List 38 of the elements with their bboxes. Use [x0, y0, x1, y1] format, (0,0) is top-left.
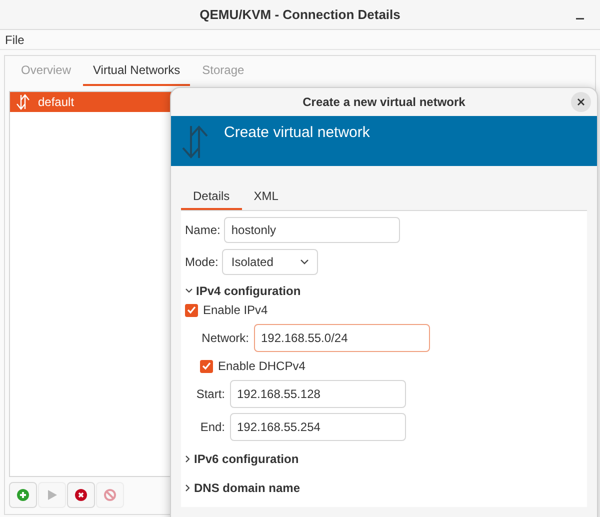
checkbox[interactable] [185, 304, 198, 316]
section-expander[interactable]: IPv4 configuration [185, 282, 583, 300]
checkbox-label: Enable DHCPv4 [218, 358, 306, 375]
menu-item[interactable]: File [5, 30, 24, 48]
field-label: Start: [195, 386, 225, 403]
chevron-down-icon [300, 259, 310, 265]
network-row[interactable]: default [10, 92, 172, 112]
arrows-icon [16, 94, 30, 110]
prohibited-icon [104, 489, 116, 501]
add-button[interactable] [9, 482, 37, 508]
close-button[interactable] [571, 92, 591, 112]
minimize-icon[interactable] [576, 18, 584, 20]
chevron-right-icon [185, 484, 191, 492]
x-circle-icon [75, 489, 87, 501]
close-icon [577, 98, 585, 106]
field-label: Network: [200, 330, 249, 347]
checkbox-label: Enable IPv4 [203, 302, 268, 319]
tab[interactable]: XML [242, 184, 290, 210]
input-field[interactable]: 192.168.55.0/24 [254, 324, 430, 352]
field-label: End: [199, 419, 225, 436]
play-icon [46, 489, 58, 501]
field-label: Mode: [185, 254, 218, 271]
delete-button[interactable] [67, 482, 95, 508]
input-field[interactable]: 192.168.55.254 [230, 413, 406, 441]
tab[interactable]: Virtual Networks [83, 56, 190, 86]
plus-icon [17, 489, 29, 501]
field-label: Name: [185, 222, 220, 239]
name-field[interactable]: hostonly [224, 217, 400, 243]
chevron-right-icon [185, 455, 191, 463]
window-title: QEMU/KVM - Connection Details [200, 6, 400, 24]
chevron-down-icon [185, 288, 193, 294]
section-expander[interactable]: IPv6 configuration [185, 450, 583, 468]
dialog-title: Create a new virtual network [302, 94, 466, 111]
checkbox[interactable] [200, 360, 213, 372]
input-field[interactable]: 192.168.55.128 [230, 380, 406, 408]
section-expander[interactable]: DNS domain name [185, 479, 583, 497]
banner-title: Create virtual network [224, 123, 370, 143]
mode-dropdown[interactable]: Isolated [222, 249, 318, 275]
